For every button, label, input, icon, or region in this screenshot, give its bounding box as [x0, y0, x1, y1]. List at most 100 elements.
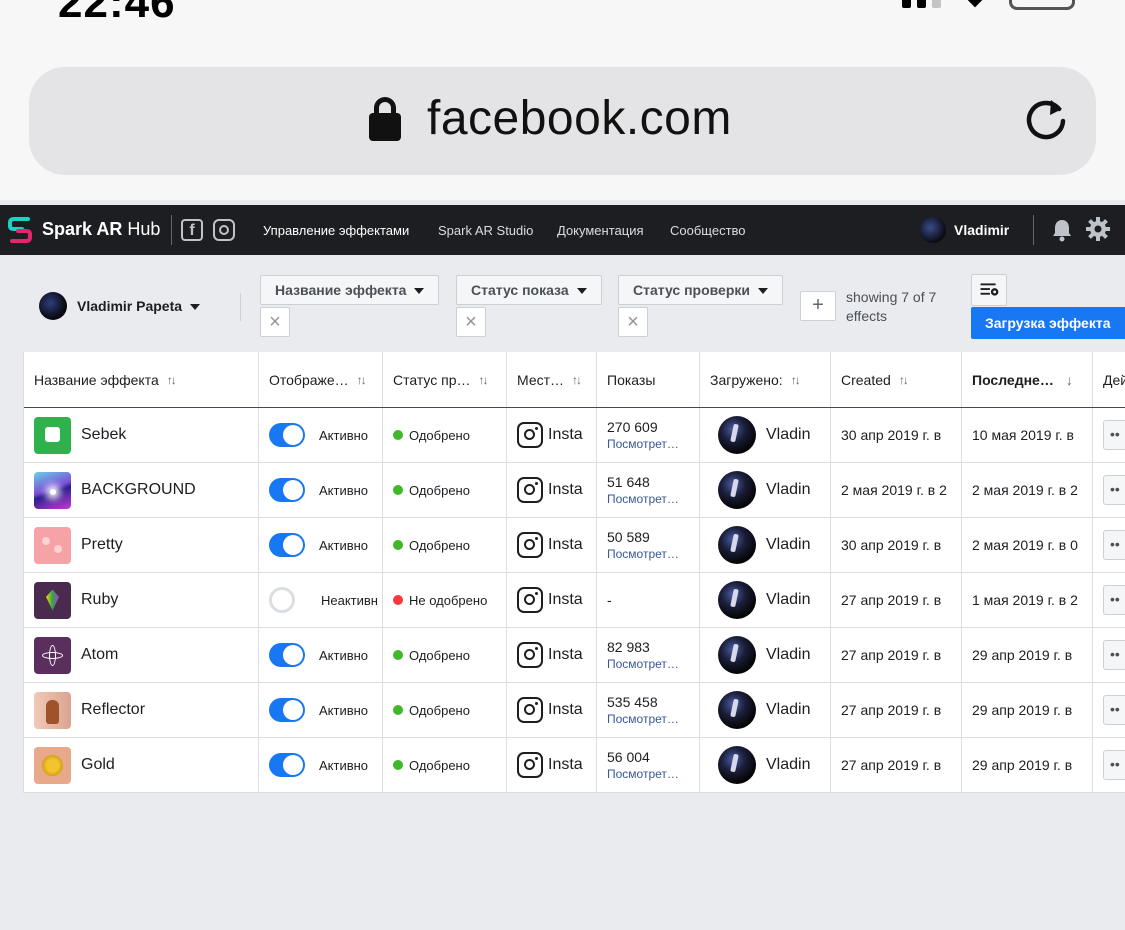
display-status-label: Активно	[319, 537, 369, 553]
columns-settings-icon[interactable]	[971, 274, 1007, 306]
table-row[interactable]: Atom Активно Одобрено Insta 82 983 Посмотрет……	[24, 628, 1125, 683]
header-label: Дей	[1103, 371, 1125, 388]
effect-thumbnail	[34, 636, 71, 674]
display-status-cell: Активно	[259, 518, 383, 572]
display-toggle[interactable]	[269, 643, 305, 667]
effect-name[interactable]: BACKGROUND	[81, 481, 196, 499]
column-header-review-status[interactable]: Статус пр… ↑↓	[383, 352, 507, 407]
more-actions-button[interactable]: ••	[1103, 695, 1125, 725]
bell-icon[interactable]	[1051, 218, 1073, 242]
nav-link-community[interactable]: Сообщество	[670, 223, 746, 238]
effect-name-cell[interactable]: Pretty	[24, 518, 259, 572]
effect-name[interactable]: Pretty	[81, 536, 123, 554]
sort-icon: ↑↓	[790, 372, 801, 387]
instagram-icon[interactable]	[213, 219, 235, 241]
review-status-cell: Одобрено	[383, 738, 507, 792]
effect-name[interactable]: Reflector	[81, 701, 145, 719]
status-dot-icon	[393, 430, 403, 440]
address-bar[interactable]: facebook.com	[29, 67, 1096, 175]
table-row[interactable]: Ruby Неактивн Не одобрено Insta - Vladin 27 ап…	[24, 573, 1125, 628]
url-text[interactable]: facebook.com	[427, 91, 732, 146]
display-toggle[interactable]	[269, 753, 305, 777]
display-toggle[interactable]	[269, 423, 305, 447]
facebook-icon[interactable]: f	[181, 219, 203, 241]
effect-name[interactable]: Atom	[81, 646, 118, 664]
avatar[interactable]	[39, 292, 67, 320]
nav-link-studio[interactable]: Spark AR Studio	[438, 223, 533, 238]
upload-effect-button[interactable]: Загрузка эффекта	[971, 307, 1125, 339]
effect-name[interactable]: Sebek	[81, 426, 126, 444]
effect-name-cell[interactable]: Sebek	[24, 408, 259, 462]
header-label: Статус пр…	[393, 371, 471, 388]
status-dot-icon	[393, 705, 403, 715]
effect-name-cell[interactable]: BACKGROUND	[24, 463, 259, 517]
nav-link-effects[interactable]: Управление эффектами	[263, 223, 409, 238]
table-row[interactable]: BACKGROUND Активно Одобрено Insta 51 648 Посм…	[24, 463, 1125, 518]
view-impressions-link[interactable]: Посмотрет…	[607, 492, 679, 506]
table-row[interactable]: Pretty Активно Одобрено Insta 50 589 Посмотре…	[24, 518, 1125, 573]
avatar[interactable]	[920, 217, 946, 243]
display-toggle[interactable]	[269, 587, 295, 613]
more-actions-button[interactable]: ••	[1103, 420, 1125, 450]
view-impressions-link[interactable]: Посмотрет…	[607, 547, 679, 561]
filter-effect-name-button[interactable]: Название эффекта	[260, 275, 440, 305]
effect-name-cell[interactable]: Atom	[24, 628, 259, 682]
created-cell: 27 апр 2019 г. в	[831, 628, 962, 682]
more-actions-button[interactable]: ••	[1103, 585, 1125, 615]
more-actions-button[interactable]: ••	[1103, 530, 1125, 560]
effect-name-cell[interactable]: Gold	[24, 738, 259, 792]
uploader-name: Vladin	[766, 591, 811, 608]
nav-user-name[interactable]: Vladimir	[954, 222, 1009, 238]
placement-label: Insta	[548, 481, 583, 498]
column-header-display[interactable]: Отображе… ↑↓	[259, 352, 383, 407]
reload-icon[interactable]	[1021, 95, 1071, 145]
column-header-uploaded-by[interactable]: Загружено: ↑↓	[700, 352, 831, 407]
created-cell: 30 апр 2019 г. в	[831, 408, 962, 462]
column-header-created[interactable]: Created ↑↓	[831, 352, 962, 407]
clear-filter-icon[interactable]: ×	[618, 307, 648, 337]
uploader-name: Vladin	[766, 756, 811, 773]
uploaded-by-cell: Vladin	[700, 738, 831, 792]
effect-name-cell[interactable]: Ruby	[24, 573, 259, 627]
add-filter-button[interactable]: +	[800, 291, 836, 321]
more-actions-button[interactable]: ••	[1103, 640, 1125, 670]
placement-label: Insta	[548, 536, 583, 553]
display-toggle[interactable]	[269, 533, 305, 557]
effect-name-cell[interactable]: Reflector	[24, 683, 259, 737]
filter-review-status-button[interactable]: Статус проверки	[618, 275, 784, 305]
effect-name[interactable]: Gold	[81, 756, 115, 774]
view-impressions-link[interactable]: Посмотрет…	[607, 712, 679, 726]
review-status-label: Одобрено	[409, 537, 470, 553]
ios-chrome: 22:46 facebook.com	[0, 0, 1125, 200]
status-dot-icon	[393, 485, 403, 495]
nav-link-docs[interactable]: Документация	[557, 223, 644, 238]
effect-thumbnail	[34, 471, 71, 509]
impressions-count: 51 648	[607, 474, 650, 490]
table-row[interactable]: Reflector Активно Одобрено Insta 535 458 Посм…	[24, 683, 1125, 738]
table-row[interactable]: Sebek Активно Одобрено Insta 270 609 Посмотре…	[24, 408, 1125, 463]
column-header-placement[interactable]: Мест… ↑↓	[507, 352, 597, 407]
created-date: 30 апр 2019 г. в	[841, 427, 942, 443]
more-actions-button[interactable]: ••	[1103, 750, 1125, 780]
view-impressions-link[interactable]: Посмотрет…	[607, 657, 679, 671]
view-impressions-link[interactable]: Посмотрет…	[607, 437, 679, 451]
account-selector[interactable]: Vladimir Papeta	[77, 298, 201, 314]
display-toggle[interactable]	[269, 478, 305, 502]
spark-ar-hub-title[interactable]: Spark AR Hub	[42, 219, 160, 240]
table-row[interactable]: Gold Активно Одобрено Insta 56 004 Посмотрет……	[24, 738, 1125, 793]
updated-date: 1 мая 2019 г. в 2	[972, 592, 1078, 608]
more-actions-button[interactable]: ••	[1103, 475, 1125, 505]
gear-icon[interactable]	[1086, 217, 1110, 241]
view-impressions-link[interactable]: Посмотрет…	[607, 767, 679, 781]
column-header-last-updated[interactable]: Последне… ↓	[962, 352, 1093, 407]
column-header-name[interactable]: Название эффекта ↑↓	[24, 352, 259, 407]
column-header-impressions[interactable]: Показы	[597, 352, 700, 407]
effect-name[interactable]: Ruby	[81, 591, 118, 609]
created-date: 2 мая 2019 г. в 2	[841, 482, 947, 498]
clear-filter-icon[interactable]: ×	[260, 307, 290, 337]
display-toggle[interactable]	[269, 698, 305, 722]
spark-ar-logo-icon[interactable]	[8, 217, 32, 243]
column-header-actions[interactable]: Дей	[1093, 352, 1125, 407]
clear-filter-icon[interactable]: ×	[456, 307, 486, 337]
filter-display-status-button[interactable]: Статус показа	[456, 275, 602, 305]
